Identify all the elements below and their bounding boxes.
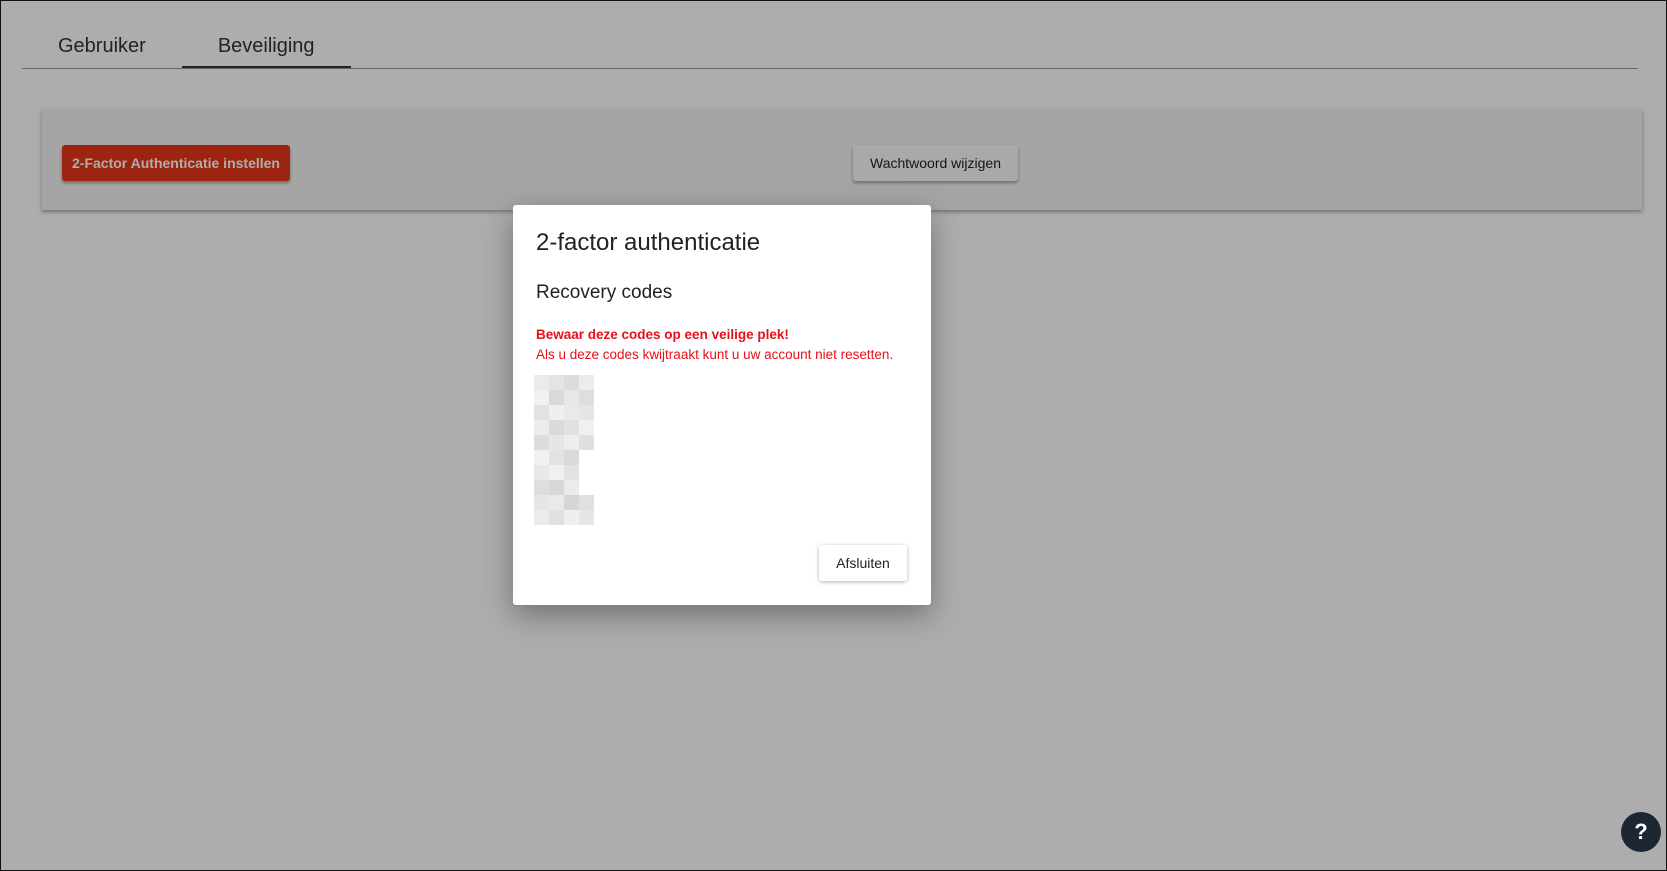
warning-strong-text: Bewaar deze codes op een veilige plek! [536,327,789,342]
close-button[interactable]: Afsluiten [819,545,907,581]
help-button[interactable]: ? [1621,812,1661,852]
two-factor-dialog: 2-factor authenticatie Recovery codes Be… [513,205,931,605]
warning-text: Als u deze codes kwijtraakt kunt u uw ac… [536,347,894,362]
help-icon: ? [1634,819,1648,844]
dialog-subtitle: Recovery codes [536,282,673,303]
app-window: Gebruiker Beveiliging 2-Factor Authentic… [0,0,1667,871]
dialog-title: 2-factor authenticatie [536,229,761,256]
recovery-codes-redacted [534,375,600,533]
